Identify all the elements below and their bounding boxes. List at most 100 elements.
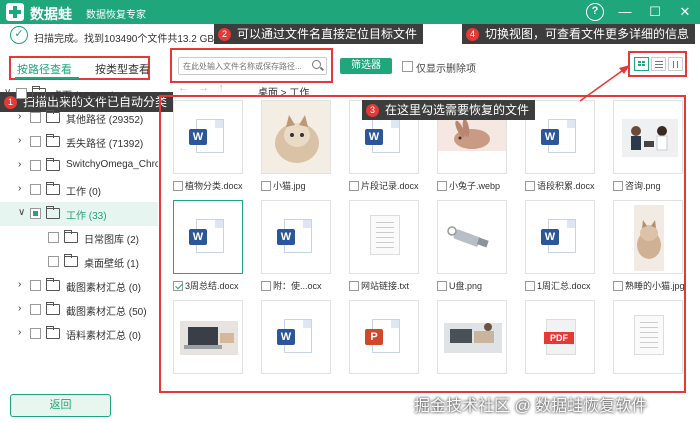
tree-item[interactable]: › 其他路径 (29352): [0, 106, 158, 130]
close-icon[interactable]: ✕: [676, 3, 694, 21]
file-checkbox[interactable]: [349, 181, 359, 191]
expand-arrow-icon[interactable]: ›: [18, 159, 28, 170]
file-name: 小兔子.webp: [449, 181, 501, 191]
file-tile[interactable]: PDF: [519, 300, 601, 391]
deleted-only-checkbox[interactable]: [402, 61, 413, 72]
file-tile[interactable]: W 1周汇总.docx: [519, 200, 601, 296]
tab-by-type[interactable]: 按类型查看: [95, 61, 150, 77]
file-thumbnail[interactable]: W: [173, 200, 243, 274]
file-thumbnail[interactable]: [173, 300, 243, 374]
tree-item[interactable]: › 截图素材汇总 (0): [0, 274, 158, 298]
tree-item[interactable]: › 工作 (0): [0, 178, 158, 202]
tree-item[interactable]: › SwitchyOmega_Chromium: [0, 154, 158, 178]
file-checkbox[interactable]: [525, 281, 535, 291]
file-thumbnail[interactable]: W: [173, 100, 243, 174]
nav-up-icon[interactable]: ↑: [218, 82, 224, 94]
file-tile[interactable]: W 植物分类.docx: [167, 100, 249, 196]
file-checkbox[interactable]: [173, 181, 183, 191]
tree-item[interactable]: ∨ 工作 (33): [0, 202, 158, 226]
expand-arrow-icon[interactable]: ›: [18, 135, 28, 146]
file-tile[interactable]: W 附：使...ocx: [255, 200, 337, 296]
file-thumbnail[interactable]: W: [525, 200, 595, 274]
file-tile[interactable]: 熟睡的小猫.jpg: [607, 200, 684, 296]
file-checkbox[interactable]: [525, 181, 535, 191]
tree-checkbox[interactable]: [30, 208, 41, 219]
tree-checkbox[interactable]: [16, 88, 27, 99]
file-thumbnail[interactable]: [437, 300, 507, 374]
file-tile[interactable]: 网站链接.txt: [343, 200, 425, 296]
file-checkbox[interactable]: [613, 181, 623, 191]
file-tile[interactable]: 咨询.png: [607, 100, 684, 196]
callout-select-tip: 3 在这里勾选需要恢复的文件: [362, 100, 536, 120]
file-tile[interactable]: W 3周总结.docx: [167, 200, 249, 296]
nav-back-icon[interactable]: ←: [178, 82, 189, 94]
tree-item[interactable]: › 语料素材汇总 (0): [0, 322, 158, 346]
file-thumbnail[interactable]: W: [261, 200, 331, 274]
expand-arrow-icon[interactable]: ›: [18, 327, 28, 338]
file-thumbnail[interactable]: P: [349, 300, 419, 374]
word-doc-icon: W: [277, 219, 312, 253]
file-checkbox[interactable]: [437, 181, 447, 191]
list-view-button[interactable]: [651, 57, 666, 71]
file-thumbnail[interactable]: PDF: [525, 300, 595, 374]
file-tile[interactable]: [607, 300, 684, 391]
file-thumbnail[interactable]: W: [261, 300, 331, 374]
tree-item[interactable]: › 丢失路径 (71392): [0, 130, 158, 154]
folder-icon: [46, 110, 60, 123]
file-tile[interactable]: 小猫.jpg: [255, 100, 337, 196]
tree-checkbox[interactable]: [48, 232, 59, 243]
help-icon[interactable]: ?: [586, 3, 604, 21]
expand-arrow-icon[interactable]: ›: [18, 183, 28, 194]
nav-forward-icon[interactable]: →: [198, 82, 209, 94]
file-thumbnail[interactable]: [613, 100, 683, 174]
file-thumbnail[interactable]: W: [525, 100, 595, 174]
file-checkbox[interactable]: [437, 281, 447, 291]
tree-checkbox[interactable]: [48, 256, 59, 267]
file-thumbnail[interactable]: [261, 100, 331, 174]
file-thumbnail[interactable]: [613, 300, 683, 374]
tree-item[interactable]: 桌面壁纸 (1): [0, 250, 158, 274]
tree-checkbox[interactable]: [30, 280, 41, 291]
folder-icon: [64, 230, 78, 243]
expand-arrow-icon[interactable]: ›: [18, 279, 28, 290]
tree-checkbox[interactable]: [30, 184, 41, 195]
file-checkbox[interactable]: [613, 281, 623, 291]
filter-button[interactable]: 筛选器: [340, 58, 392, 74]
tree-item[interactable]: ∨ 桌面 (103490): [0, 82, 158, 106]
file-thumbnail[interactable]: [349, 200, 419, 274]
title-bar: 数据蛙 数据恢复专家 ? — ☐ ✕: [0, 0, 700, 24]
folder-icon: [46, 326, 60, 339]
file-checkbox[interactable]: [261, 281, 271, 291]
tree-checkbox[interactable]: [30, 112, 41, 123]
folder-icon: [46, 278, 60, 291]
search-input[interactable]: [178, 57, 327, 75]
tree-item[interactable]: › 截图素材汇总 (50): [0, 298, 158, 322]
expand-arrow-icon[interactable]: ∨: [18, 207, 28, 218]
back-button[interactable]: 返回: [10, 394, 111, 417]
file-checkbox[interactable]: [173, 281, 183, 291]
file-tile[interactable]: W: [255, 300, 337, 391]
expand-arrow-icon[interactable]: ∨: [4, 87, 14, 98]
search-icon[interactable]: [312, 60, 321, 69]
expand-arrow-icon[interactable]: ›: [18, 303, 28, 314]
tree-checkbox[interactable]: [30, 328, 41, 339]
file-tile[interactable]: [431, 300, 513, 391]
tree-checkbox[interactable]: [30, 304, 41, 315]
tab-by-path[interactable]: 按路径查看: [17, 61, 72, 77]
detail-view-button[interactable]: [668, 57, 683, 71]
file-checkbox[interactable]: [349, 281, 359, 291]
file-tile[interactable]: [167, 300, 249, 391]
minimize-icon[interactable]: —: [616, 3, 634, 21]
word-doc-icon: W: [189, 119, 224, 153]
expand-arrow-icon[interactable]: ›: [18, 111, 28, 122]
file-tile[interactable]: P: [343, 300, 425, 391]
tree-checkbox[interactable]: [30, 136, 41, 147]
tree-checkbox[interactable]: [30, 160, 41, 171]
file-tile[interactable]: U盘.png: [431, 200, 513, 296]
tree-item[interactable]: 日常图库 (2): [0, 226, 158, 250]
maximize-icon[interactable]: ☐: [646, 3, 664, 21]
grid-view-button[interactable]: [634, 57, 649, 71]
file-thumbnail[interactable]: [437, 200, 507, 274]
file-checkbox[interactable]: [261, 181, 271, 191]
file-thumbnail[interactable]: [613, 200, 683, 274]
